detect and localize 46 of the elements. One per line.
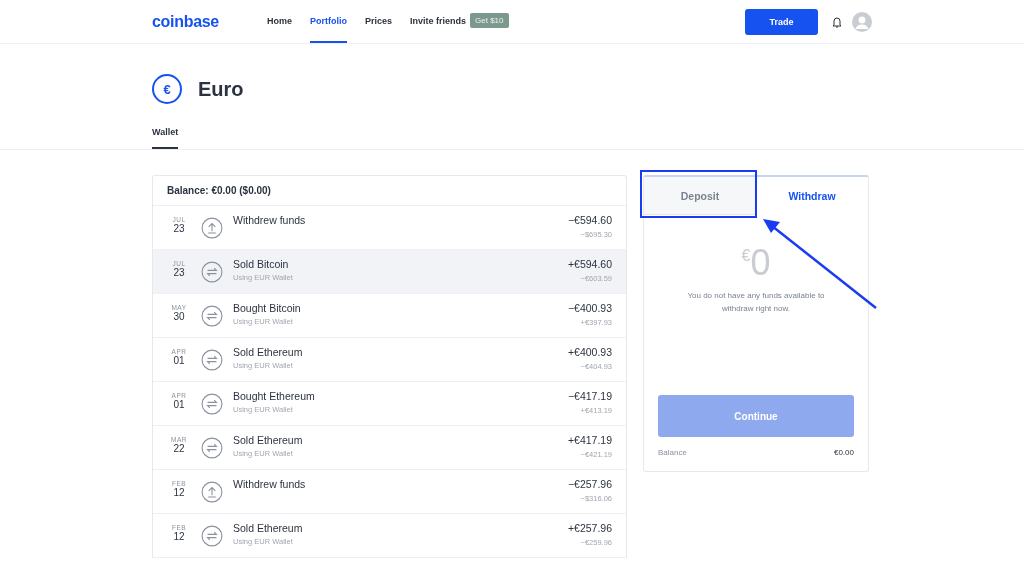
nav-link[interactable]: Prices xyxy=(365,0,392,43)
exchange-arrows-icon xyxy=(201,305,223,327)
exchange-arrows-icon xyxy=(201,525,223,547)
transaction-title: Withdrew funds xyxy=(233,214,307,226)
trade-button[interactable]: Trade xyxy=(745,8,818,35)
transaction-title: Withdrew funds xyxy=(233,478,307,490)
date-day: 30 xyxy=(173,311,185,322)
coinbase-logo[interactable]: coinbase xyxy=(152,12,219,31)
currency-symbol: € xyxy=(741,247,751,264)
balance-label: Balance xyxy=(658,448,687,457)
transaction-amount: −€594.60 xyxy=(567,214,612,226)
transaction-title: Sold Bitcoin xyxy=(233,258,290,270)
date-day: 01 xyxy=(173,399,185,410)
date-day: 12 xyxy=(173,487,185,498)
balance-header: Balance: €0.00 ($0.00) xyxy=(153,176,626,206)
wallet-tab[interactable]: Wallet xyxy=(152,127,179,149)
page-title: Euro xyxy=(198,77,244,101)
transaction-amount: −€400.93 xyxy=(567,302,612,314)
transaction-amount: −€257.96 xyxy=(567,478,612,490)
no-funds-message: You do not have any funds available to withdraw right now. xyxy=(686,290,826,315)
nav-link[interactable]: Invite friends Get $10 xyxy=(410,0,509,43)
transaction-title: Bought Bitcoin xyxy=(233,302,302,314)
date-day: 23 xyxy=(173,223,185,234)
exchange-arrows-icon xyxy=(201,261,223,283)
transaction-amount: +€594.60 xyxy=(567,258,612,270)
transaction-amount: +€417.19 xyxy=(567,434,612,446)
transaction-title: Bought Ethereum xyxy=(233,390,316,402)
transfer-tab[interactable]: Deposit xyxy=(644,177,756,215)
date-day: 23 xyxy=(173,267,185,278)
transaction-amount: +€400.93 xyxy=(567,346,612,358)
nav-link[interactable]: Home xyxy=(266,0,292,43)
transaction-title: Sold Ethereum xyxy=(233,346,304,358)
notification-bell-icon[interactable] xyxy=(830,14,844,29)
date-day: 12 xyxy=(173,531,185,542)
nav-link[interactable]: Portfolio xyxy=(310,0,347,43)
balance-value: €0.00 xyxy=(833,448,854,457)
transaction-amount: −€417.19 xyxy=(567,390,612,402)
transaction-title: Sold Ethereum xyxy=(233,434,304,446)
euro-icon: € xyxy=(152,74,182,104)
exchange-arrows-icon xyxy=(201,393,223,415)
date-day: 01 xyxy=(173,355,185,366)
exchange-arrows-icon xyxy=(201,349,223,371)
date-day: 22 xyxy=(173,443,185,454)
exchange-arrows-icon xyxy=(201,437,223,459)
transaction-title: Sold Ethereum xyxy=(233,522,304,534)
transaction-amount: +€257.96 xyxy=(567,522,612,534)
